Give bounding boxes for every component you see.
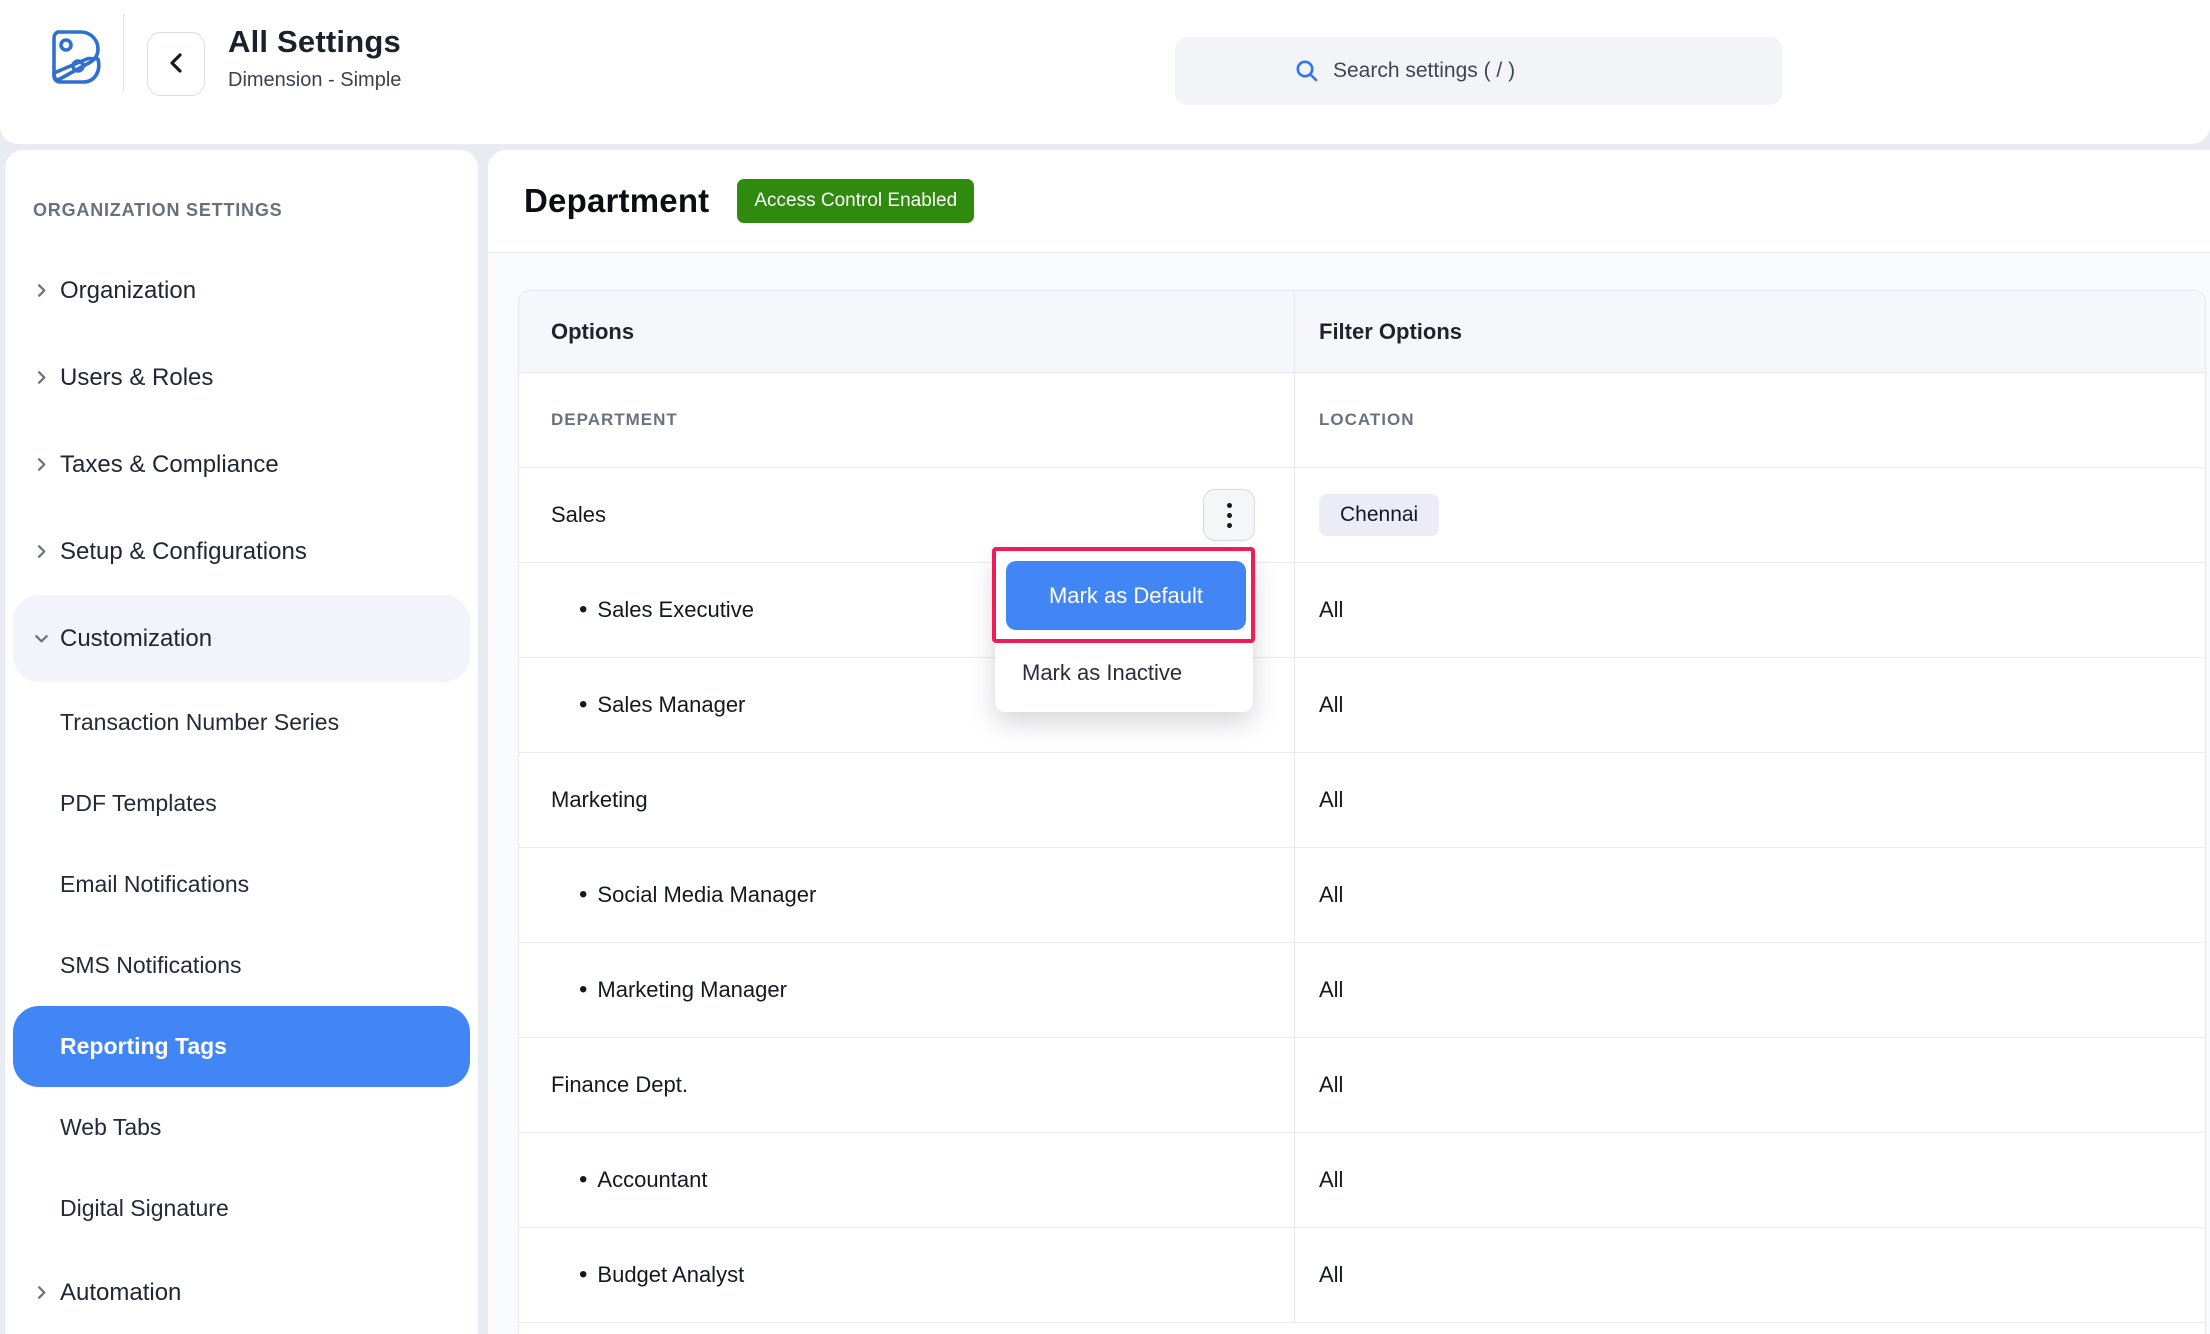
column-header-options: Options <box>519 291 1294 372</box>
row-label: Social Media Manager <box>597 882 816 908</box>
sidebar-item-organization[interactable]: Organization <box>13 247 470 334</box>
settings-table: Options Filter Options DEPARTMENT LOCATI… <box>518 290 2206 1334</box>
app-root: All Settings Dimension - Simple ORGANIZA… <box>0 0 2210 1334</box>
sidebar-item-label: Digital Signature <box>13 1195 229 1222</box>
subheader-location: LOCATION <box>1294 373 2205 467</box>
table-row: • Budget Analyst All <box>519 1228 2205 1323</box>
row-label: Sales Executive <box>597 597 754 623</box>
row-filter-value: All <box>1319 1072 1343 1098</box>
row-filter-value: All <box>1319 1167 1343 1193</box>
sidebar-item-setup-configurations[interactable]: Setup & Configurations <box>13 508 470 595</box>
sidebar-items: Organization Users & Roles Taxes & Compl… <box>5 247 478 1334</box>
main-panel: Department Access Control Enabled Option… <box>488 150 2210 1334</box>
back-button[interactable] <box>147 32 205 96</box>
subheader-department: DEPARTMENT <box>519 373 1294 467</box>
sidebar-item-email-notifications[interactable]: Email Notifications <box>13 844 470 925</box>
sidebar-item-label: Reporting Tags <box>13 1033 227 1060</box>
sidebar-item-customization[interactable]: Customization <box>13 595 470 682</box>
row-label: Marketing Manager <box>597 977 787 1003</box>
top-header: All Settings Dimension - Simple <box>0 0 2210 144</box>
row-actions-button[interactable] <box>1203 489 1255 541</box>
row-filter-value: All <box>1319 882 1343 908</box>
row-label: Marketing <box>551 787 648 813</box>
sidebar-item-pdf-templates[interactable]: PDF Templates <box>13 763 470 844</box>
location-chip: Chennai <box>1319 494 1439 536</box>
menu-item-mark-inactive[interactable]: Mark as Inactive <box>1022 660 1182 686</box>
table-row: • Finance Dept. All <box>519 1038 2205 1133</box>
sidebar-item-label: Transaction Number Series <box>13 709 339 736</box>
row-filter-value: All <box>1319 692 1343 718</box>
header-divider <box>123 14 124 92</box>
row-filter-value: All <box>1319 787 1343 813</box>
bullet-icon: • <box>579 1263 587 1287</box>
sidebar-item-sms-notifications[interactable]: SMS Notifications <box>13 925 470 1006</box>
books-logo-icon[interactable] <box>44 24 108 90</box>
search-input[interactable] <box>1333 59 1663 83</box>
table-row: • Sales Chennai <box>519 468 2205 563</box>
sidebar-item-users-roles[interactable]: Users & Roles <box>13 334 470 421</box>
page-title: All Settings <box>228 24 401 60</box>
chevron-right-icon <box>31 455 51 475</box>
sidebar-item-reporting-tags[interactable]: Reporting Tags <box>13 1006 470 1087</box>
table-row: • Sales Manager All <box>519 658 2205 753</box>
table-row: • Marketing All <box>519 753 2205 848</box>
search-icon <box>1294 58 1320 84</box>
chevron-left-icon <box>167 51 185 78</box>
column-header-filter-options: Filter Options <box>1294 291 2205 372</box>
content-title: Department <box>524 182 709 220</box>
content-header: Department Access Control Enabled <box>488 150 2210 253</box>
search-bar[interactable] <box>1175 37 1782 105</box>
chevron-right-icon <box>31 542 51 562</box>
menu-item-mark-default[interactable]: Mark as Default <box>1006 561 1246 630</box>
row-filter-value: All <box>1319 597 1343 623</box>
row-label: Sales Manager <box>597 692 745 718</box>
table-row: • Marketing Manager All <box>519 943 2205 1038</box>
table-subheader-row: DEPARTMENT LOCATION <box>519 373 2205 468</box>
sidebar-item-label: Setup & Configurations <box>13 538 307 566</box>
sidebar-item-digital-signature[interactable]: Digital Signature <box>13 1168 470 1249</box>
bullet-icon: • <box>579 883 587 907</box>
dots-icon <box>1227 503 1232 508</box>
row-label: Finance Dept. <box>551 1072 688 1098</box>
sidebar-item-label: SMS Notifications <box>13 952 242 979</box>
table-row: • Sales Executive All <box>519 563 2205 658</box>
sidebar-item-label: PDF Templates <box>13 790 217 817</box>
bullet-icon: • <box>579 598 587 622</box>
sidebar-section-label: ORGANIZATION SETTINGS <box>33 200 478 221</box>
table-row: • Social Media Manager All <box>519 848 2205 943</box>
sidebar-item-label: Taxes & Compliance <box>13 451 279 479</box>
row-filter-value: All <box>1319 977 1343 1003</box>
table-row: • Accountant All <box>519 1133 2205 1228</box>
table-header-row: Options Filter Options <box>519 291 2205 373</box>
row-filter-value: All <box>1319 1262 1343 1288</box>
bullet-icon: • <box>579 978 587 1002</box>
sidebar-item-web-tabs[interactable]: Web Tabs <box>13 1087 470 1168</box>
table-body: • Sales Chennai • Sales Executive All <box>519 468 2205 1323</box>
content-area: Options Filter Options DEPARTMENT LOCATI… <box>488 253 2210 1334</box>
chevron-down-icon <box>31 629 51 649</box>
sidebar-item-transaction-number-series[interactable]: Transaction Number Series <box>13 682 470 763</box>
chevron-right-icon <box>31 368 51 388</box>
access-control-badge: Access Control Enabled <box>737 179 974 223</box>
bullet-icon: • <box>579 1168 587 1192</box>
chevron-right-icon <box>31 281 51 301</box>
page-subtitle: Dimension - Simple <box>228 69 401 92</box>
row-label: Budget Analyst <box>597 1262 744 1288</box>
sidebar-item-label: Web Tabs <box>13 1114 161 1141</box>
sidebar-item-label: Email Notifications <box>13 871 249 898</box>
chevron-right-icon <box>31 1283 51 1303</box>
sidebar-item-taxes-compliance[interactable]: Taxes & Compliance <box>13 421 470 508</box>
bullet-icon: • <box>579 693 587 717</box>
sidebar-item-automation[interactable]: Automation <box>13 1249 470 1334</box>
sidebar: ORGANIZATION SETTINGS Organization Users… <box>5 150 478 1334</box>
row-label: Accountant <box>597 1167 707 1193</box>
table-row <box>519 1323 2205 1334</box>
row-label: Sales <box>551 502 606 528</box>
